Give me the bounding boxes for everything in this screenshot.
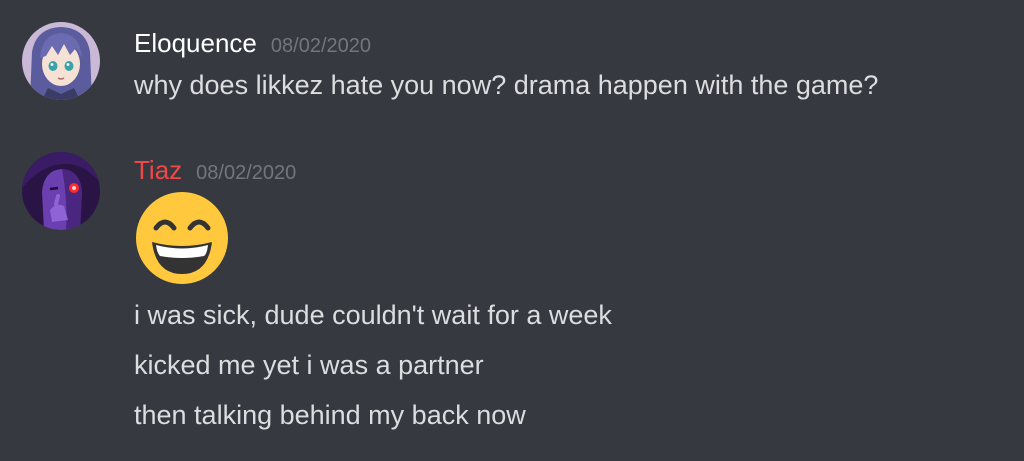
message-header: Tiaz 08/02/2020 xyxy=(134,155,296,186)
message-text: why does likkez hate you now? drama happ… xyxy=(134,70,879,100)
username[interactable]: Eloquence xyxy=(134,28,257,58)
anime-girl-avatar-icon xyxy=(22,22,100,100)
grinning-face-with-smiling-eyes-emoji xyxy=(134,190,230,286)
avatar-tiaz[interactable] xyxy=(22,152,100,230)
message-text: kicked me yet i was a partner xyxy=(134,350,484,380)
chat-log: Eloquence 08/02/2020 why does likkez hate… xyxy=(0,0,1024,461)
avatar-eloquence[interactable] xyxy=(22,22,100,100)
timestamp: 08/02/2020 xyxy=(196,162,297,184)
timestamp: 08/02/2020 xyxy=(270,35,371,57)
purple-character-avatar-icon xyxy=(22,152,100,230)
username[interactable]: Tiaz xyxy=(134,155,182,185)
message-text: i was sick, dude couldn't wait for a wee… xyxy=(134,300,612,330)
message-header: Eloquence 08/02/2020 xyxy=(134,28,371,59)
message-text: then talking behind my back now xyxy=(134,400,526,430)
